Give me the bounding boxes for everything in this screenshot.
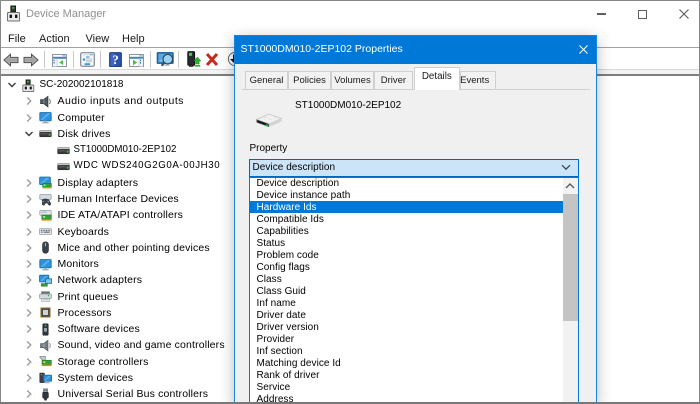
- svg-text:?: ?: [112, 52, 119, 67]
